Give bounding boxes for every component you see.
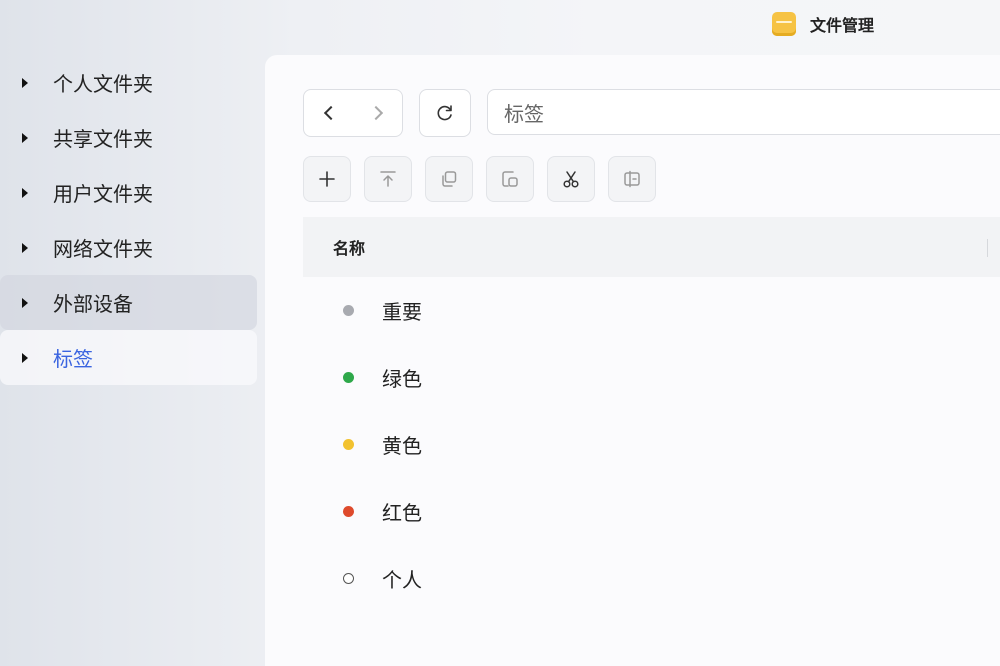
sidebar-item-tags[interactable]: 标签 xyxy=(0,330,257,385)
sidebar-item-label: 个人文件夹 xyxy=(53,72,153,96)
sidebar: 个人文件夹 共享文件夹 用户文件夹 网络文件夹 外部设备 标签 xyxy=(0,55,264,385)
paste-button[interactable] xyxy=(486,156,534,202)
list-item[interactable]: 红色 xyxy=(303,478,1000,545)
tag-label: 重要 xyxy=(382,300,422,324)
copy-icon xyxy=(442,171,457,187)
caret-right-icon[interactable] xyxy=(22,242,28,253)
column-divider[interactable] xyxy=(987,239,988,257)
sidebar-item-network[interactable]: 网络文件夹 xyxy=(0,220,257,275)
copy-button[interactable] xyxy=(425,156,473,202)
tag-label: 红色 xyxy=(382,501,422,525)
folder-app-icon xyxy=(772,12,796,36)
tag-color-dot xyxy=(343,439,354,450)
action-toolbar xyxy=(303,156,669,202)
move-icon xyxy=(624,170,640,188)
forward-button[interactable] xyxy=(353,90,402,136)
sidebar-item-label: 共享文件夹 xyxy=(53,127,153,151)
tag-color-dot xyxy=(343,372,354,383)
upload-icon xyxy=(380,171,396,187)
list-item[interactable]: 重要 xyxy=(303,277,1000,344)
tag-label: 绿色 xyxy=(382,367,422,391)
chevron-left-icon xyxy=(323,105,338,121)
sidebar-item-label: 标签 xyxy=(53,347,93,371)
app-title: 文件管理 xyxy=(772,12,874,36)
back-button[interactable] xyxy=(304,90,353,136)
caret-right-icon[interactable] xyxy=(22,77,28,88)
main-panel: 标签 名称 重要 绿色 黄色 红色 个人 xyxy=(265,55,1000,666)
tag-color-dot xyxy=(343,305,354,316)
sidebar-item-shared[interactable]: 共享文件夹 xyxy=(0,110,257,165)
column-header-name[interactable]: 名称 xyxy=(333,235,365,259)
sidebar-item-external-devices[interactable]: 外部设备 xyxy=(0,275,257,330)
list-item[interactable]: 个人 xyxy=(303,545,1000,612)
sidebar-item-label: 网络文件夹 xyxy=(53,237,153,261)
tag-list: 重要 绿色 黄色 红色 个人 xyxy=(303,277,1000,612)
tag-color-dot xyxy=(343,573,354,584)
move-button[interactable] xyxy=(608,156,656,202)
app-title-text: 文件管理 xyxy=(810,16,875,35)
cut-button[interactable] xyxy=(547,156,595,202)
caret-right-icon[interactable] xyxy=(22,187,28,198)
list-header: 名称 xyxy=(303,217,1000,277)
upload-button[interactable] xyxy=(364,156,412,202)
list-item[interactable]: 绿色 xyxy=(303,344,1000,411)
cut-icon xyxy=(563,171,579,188)
sidebar-item-personal[interactable]: 个人文件夹 xyxy=(0,55,257,110)
sidebar-item-label: 外部设备 xyxy=(53,292,133,316)
tag-label: 个人 xyxy=(382,568,422,592)
caret-right-icon[interactable] xyxy=(22,132,28,143)
list-item[interactable]: 黄色 xyxy=(303,411,1000,478)
sidebar-item-users[interactable]: 用户文件夹 xyxy=(0,165,257,220)
new-button[interactable] xyxy=(303,156,351,202)
paste-icon xyxy=(502,171,518,187)
refresh-button[interactable] xyxy=(419,89,471,137)
nav-buttons xyxy=(303,89,403,137)
path-input[interactable]: 标签 xyxy=(487,89,1000,135)
tag-label: 黄色 xyxy=(382,434,422,458)
chevron-right-icon xyxy=(368,105,383,121)
caret-right-icon[interactable] xyxy=(22,352,28,363)
sidebar-item-label: 用户文件夹 xyxy=(53,182,153,206)
refresh-icon xyxy=(437,105,452,121)
caret-right-icon[interactable] xyxy=(22,297,28,308)
title-bar: 文件管理 xyxy=(0,0,1000,56)
tag-color-dot xyxy=(343,506,354,517)
plus-icon xyxy=(319,171,335,187)
